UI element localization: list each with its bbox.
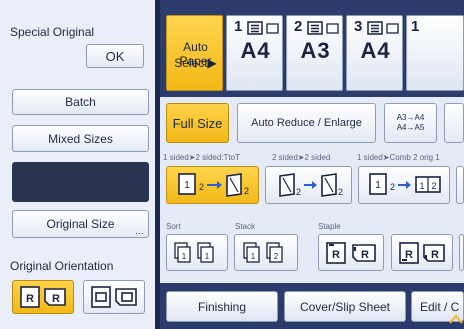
duplex-2-to-2-icon: 2 2 [278,173,343,197]
tray-paper-size: A3 [300,38,331,63]
combine-originals-icon: 1 2 1 2 [369,173,441,195]
svg-text:1: 1 [375,180,381,191]
combine-2-originals-button[interactable]: 1 2 1 2 [358,166,450,204]
reduce-preset-button[interactable]: A3→A4 A4→A5 [384,103,437,143]
reduce-preset-button-partial[interactable] [444,103,464,143]
svg-text:2: 2 [338,187,343,197]
tray-paper-icon [247,21,279,35]
sort-label: Sort [166,222,181,231]
more-options-icon: … [135,226,144,236]
tray-1-button[interactable]: 1 A4 [226,15,283,91]
stack-button[interactable]: 1 2 [234,234,298,271]
tray-2-button[interactable]: 2 A3 [286,15,343,91]
tray-paper-icon [307,21,339,35]
original-size-label: Original Size [46,217,115,231]
tray-4-button-partial[interactable]: 1 [406,15,464,91]
svg-text:1: 1 [205,252,210,261]
orientation-readable-icon: R R [20,286,66,308]
tray-paper-icon [367,21,399,35]
tray-paper-size: A4 [240,38,271,63]
full-size-button[interactable]: Full Size [166,103,229,143]
duplex-2-to-2-button[interactable]: 2 2 [265,166,352,204]
special-original-label: Special Original [10,25,95,39]
svg-text:R: R [405,249,413,261]
duplex-label-1: 1 sided➤2 sided:TtoT [163,153,240,162]
svg-text:R: R [332,249,340,261]
preset-line-1: A3→A4 [396,113,425,122]
original-size-display [12,162,149,202]
original-size-button[interactable]: Original Size … [12,210,149,238]
duplex-label-3: 1 sided➤Comb 2 orig 1 [357,153,440,162]
svg-text:2: 2 [244,186,249,196]
duplex-1-to-2-button[interactable]: 1 2 2 [166,166,259,204]
svg-text:R: R [52,293,60,305]
tray-number: 2 [294,18,303,35]
finishing-tab[interactable]: Finishing [166,291,278,322]
tray-number-partial: 1 [411,18,420,35]
svg-text:R: R [361,249,369,261]
orientation-unreadable-button[interactable] [83,280,145,314]
mixed-sizes-button[interactable]: Mixed Sizes [12,125,149,152]
original-orientation-label: Original Orientation [10,259,114,273]
auto-paper-select-label: Select▶ [174,56,217,70]
staple-label: Staple [318,222,341,231]
duplex-1-to-2-icon: 1 2 2 [177,173,249,197]
staple-top-icon: R R [326,241,376,264]
svg-text:1: 1 [251,252,256,261]
svg-text:1: 1 [419,181,424,191]
tray-number: 1 [234,18,243,35]
duplex-option-partial[interactable] [456,166,464,204]
svg-text:1: 1 [184,180,190,191]
svg-text:1: 1 [182,252,187,261]
ok-button[interactable]: OK [86,44,144,68]
svg-text:2: 2 [274,252,279,261]
pointer-caret-icon [449,314,463,324]
staple-bottom-button[interactable]: R R [391,234,453,271]
tray-3-button[interactable]: 3 A4 [346,15,403,91]
staple-option-partial[interactable] [459,234,464,271]
sort-button[interactable]: 1 1 [166,234,228,271]
cover-slip-sheet-tab[interactable]: Cover/Slip Sheet [284,291,406,322]
svg-text:2: 2 [390,182,395,192]
stack-icon: 1 2 [243,241,283,263]
svg-text:2: 2 [199,182,204,192]
svg-text:R: R [26,293,34,305]
tray-number: 3 [354,18,363,35]
orientation-readable-button[interactable]: R R [12,280,74,314]
sort-icon: 1 1 [174,241,214,263]
svg-text:2: 2 [296,187,301,197]
auto-reduce-enlarge-button[interactable]: Auto Reduce / Enlarge [237,103,376,143]
batch-button[interactable]: Batch [12,89,149,115]
auto-paper-select-button[interactable]: Auto Paper Select▶ [166,15,223,91]
tray-paper-size: A4 [360,38,391,63]
stack-label: Stack [235,222,256,231]
orientation-unreadable-icon [91,286,137,308]
duplex-label-2: 2 sided➤2 sided [272,153,331,162]
staple-bottom-icon: R R [399,241,445,264]
staple-top-button[interactable]: R R [318,234,384,271]
preset-line-2: A4→A5 [396,123,425,132]
svg-text:R: R [431,249,439,261]
svg-text:2: 2 [431,181,436,191]
